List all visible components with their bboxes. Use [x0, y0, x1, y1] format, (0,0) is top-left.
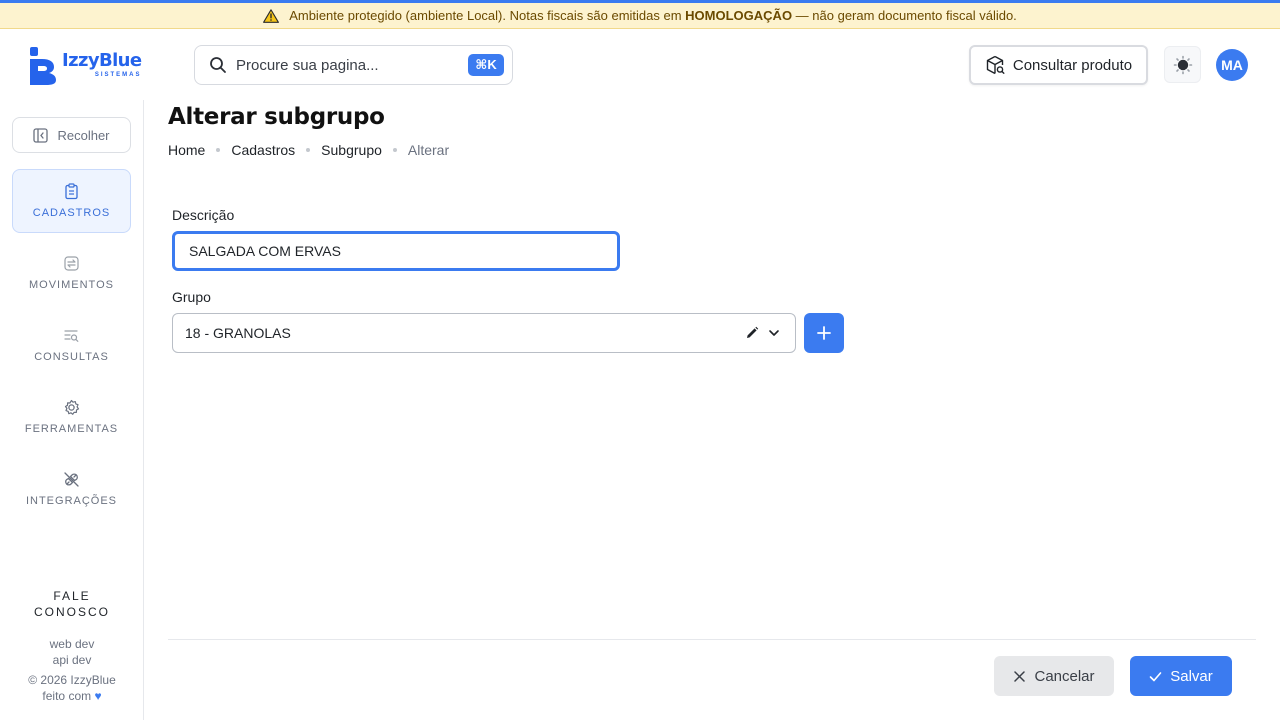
api-dev-link[interactable]: api dev: [0, 652, 144, 668]
sidebar-item-label: FERRAMENTAS: [24, 423, 119, 435]
cancel-label: Cancelar: [1034, 667, 1095, 685]
logo[interactable]: IzzyBlue SISTEMAS: [28, 45, 142, 85]
warning-icon: [263, 8, 280, 23]
consult-product-button[interactable]: Consultar produto: [969, 45, 1148, 85]
sidebar-footer: FALE CONOSCO web dev api dev © 2026 Izzy…: [0, 588, 144, 704]
copyright-text: © 2026 IzzyBlue: [28, 673, 116, 687]
plus-icon: [817, 326, 831, 340]
save-button[interactable]: Salvar: [1130, 656, 1232, 696]
contact-link[interactable]: FALE CONOSCO: [0, 588, 144, 620]
cancel-button[interactable]: Cancelar: [994, 656, 1114, 696]
breadcrumb-home[interactable]: Home: [168, 142, 205, 158]
breadcrumb-separator: [306, 148, 311, 152]
sidebar-item-cadastros[interactable]: CADASTROS: [12, 169, 131, 233]
made-with-line: feito com ♥: [0, 688, 144, 704]
heart-icon: ♥: [94, 689, 102, 703]
collapse-label: Recolher: [57, 127, 110, 143]
descricao-label: Descrição: [172, 207, 235, 223]
grupo-selected-value: 18 - GRANOLAS: [185, 325, 291, 341]
banner-text: Ambiente protegido (ambiente Local). Not…: [289, 8, 1017, 23]
logo-subtitle: SISTEMAS: [94, 72, 142, 78]
descricao-field[interactable]: [172, 231, 620, 271]
arrows-exchange-icon: [64, 256, 79, 271]
clipboard-icon: [65, 183, 78, 200]
sidebar-item-label: INTEGRAÇÕES: [25, 495, 118, 507]
web-dev-link[interactable]: web dev: [0, 636, 144, 652]
page-title: Alterar subgrupo: [168, 104, 385, 130]
logo-mark-icon: [30, 47, 56, 85]
collapse-sidebar-button[interactable]: Recolher: [12, 117, 131, 153]
user-avatar[interactable]: MA: [1216, 49, 1248, 81]
sidebar-item-movimentos[interactable]: MOVIMENTOS: [12, 241, 131, 305]
consult-product-label: Consultar produto: [1012, 56, 1133, 74]
made-with-text: feito com: [42, 689, 92, 703]
contact-line2: CONOSCO: [33, 605, 110, 619]
search-input[interactable]: Procure sua pagina... ⌘K: [194, 45, 513, 85]
chevron-down-icon[interactable]: [767, 326, 781, 340]
contact-line1: FALE: [53, 589, 91, 603]
breadcrumb-cadastros[interactable]: Cadastros: [231, 142, 295, 158]
list-search-icon: [64, 330, 79, 342]
grupo-label: Grupo: [172, 289, 211, 305]
breadcrumb-separator: [216, 148, 221, 152]
sidebar-item-label: MOVIMENTOS: [29, 279, 114, 291]
pencil-icon[interactable]: [745, 326, 759, 340]
sidebar-item-label: CADASTROS: [32, 207, 111, 219]
top-header: IzzyBlue SISTEMAS Procure sua pagina... …: [0, 30, 1280, 100]
form-footer-divider: [168, 639, 1256, 640]
sidebar-collapse-icon: [33, 127, 49, 143]
sidebar-item-label: CONSULTAS: [34, 351, 109, 363]
save-label: Salvar: [1170, 667, 1213, 685]
logo-name: IzzyBlue: [62, 50, 142, 71]
check-icon: [1149, 671, 1162, 681]
gear-icon: [64, 399, 80, 415]
theme-toggle-button[interactable]: [1164, 46, 1201, 83]
add-grupo-button[interactable]: [804, 313, 844, 353]
sun-icon: [1173, 55, 1192, 74]
banner-text-bold: HOMOLOGAÇÃO: [685, 8, 793, 23]
search-shortcut-badge: ⌘K: [468, 54, 504, 76]
grupo-select[interactable]: 18 - GRANOLAS: [172, 313, 796, 353]
breadcrumb-subgrupo[interactable]: Subgrupo: [321, 142, 382, 158]
sidebar-item-integracoes[interactable]: INTEGRAÇÕES: [12, 457, 131, 521]
breadcrumb-current: Alterar: [407, 142, 450, 158]
plug-icon: [64, 472, 79, 487]
package-search-icon: [986, 55, 1005, 75]
sidebar: Recolher CADASTROS MOVIMENTOS CONSULTAS: [0, 100, 144, 720]
breadcrumb: Home Cadastros Subgrupo Alterar: [168, 142, 449, 158]
search-placeholder: Procure sua pagina...: [236, 56, 379, 74]
environment-banner: Ambiente protegido (ambiente Local). Not…: [0, 3, 1280, 29]
sidebar-item-consultas[interactable]: CONSULTAS: [12, 313, 131, 377]
sidebar-item-ferramentas[interactable]: FERRAMENTAS: [12, 385, 131, 449]
breadcrumb-separator: [392, 148, 397, 152]
close-icon: [1014, 670, 1026, 682]
search-icon: [210, 57, 226, 73]
